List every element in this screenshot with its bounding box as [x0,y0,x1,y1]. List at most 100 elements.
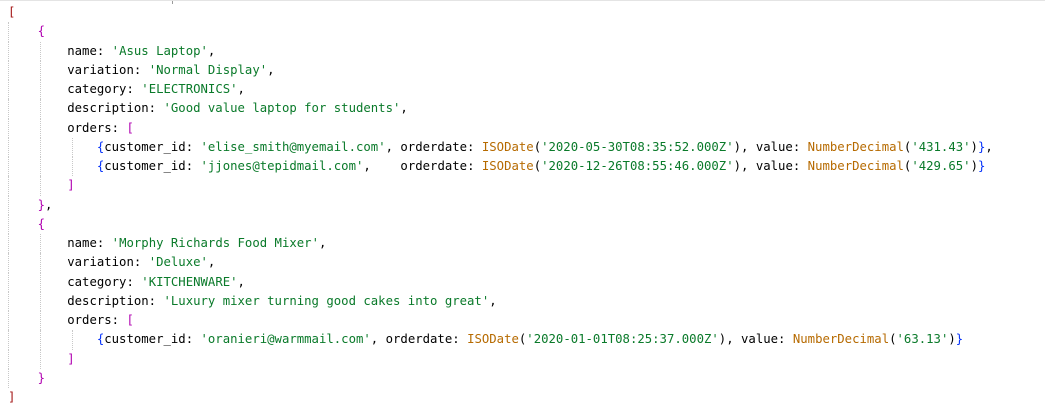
indent-guide [40,349,41,369]
indent-guide [40,137,41,157]
code-line: [ [8,3,993,22]
key-customer-id: customer_id [104,159,186,173]
field-variation-line: variation: 'Deluxe', [8,253,993,273]
order-customer-id: oranieri@warmmail.com [207,332,364,347]
order-date: 2020-01-01T08:25:37.000Z [533,332,712,347]
doc-variation-value: Deluxe [156,255,201,270]
doc-category-value: ELECTRONICS [148,82,231,96]
key-orderdate: orderdate [400,139,468,154]
indent-guide [40,311,41,331]
isodate-fn: ISODate [467,332,519,347]
field-orders-line: orders: [ [8,311,993,331]
isodate-fn: ISODate [481,159,534,173]
indent-guide [8,253,9,273]
code-line: { [8,22,993,42]
indent-guide [40,41,41,61]
indent-guide [40,272,41,292]
order-customer-id: elise_smith@myemail.com [207,139,379,154]
key-value: value [741,332,779,347]
key-description: description [67,101,149,116]
key-category: category [67,82,127,96]
indent-guide [8,214,9,234]
indent-guide [40,234,41,254]
order-line: {customer_id: 'jjones@tepidmail.com', or… [8,157,993,177]
close-array-bracket: ] [67,351,75,366]
indent-guide [40,253,41,273]
open-brace: { [37,216,46,231]
indent-guide [8,22,9,42]
indent-guide [8,118,9,138]
code-editor[interactable]: [ { name: 'Asus Laptop', variation: 'Nor… [0,0,1045,409]
indent-guide [72,157,73,177]
field-description-line: description: 'Good value laptop for stud… [8,99,993,119]
code-line: ] [8,176,993,196]
order-line: {customer_id: 'elise_smith@myemail.com',… [8,137,993,157]
indent-guide [40,60,41,80]
key-name: name [67,236,97,250]
field-description-line: description: 'Luxury mixer turning good … [8,291,993,311]
order-date: 2020-12-26T08:55:46.000Z [548,159,727,173]
code-line: }, [8,195,993,215]
order-date: 2020-05-30T08:35:52.000Z [548,139,727,154]
indent-guide [8,349,9,369]
key-customer-id: customer_id [104,139,186,154]
code-line: } [8,368,993,388]
key-value: value [755,139,793,154]
indent-guide [8,60,9,80]
isodate-fn: ISODate [481,139,534,154]
key-variation: variation [67,255,134,270]
indent-guide [8,176,9,196]
numberdecimal-fn: NumberDecimal [792,332,890,347]
indent-guide [40,291,41,311]
doc-name-value: Morphy Richards Food Mixer [119,236,312,250]
field-category-line: category: 'ELECTRONICS', [8,80,993,100]
indent-guide [8,368,9,388]
close-brace: } [37,370,46,385]
order-customer-id: jjones@tepidmail.com [207,159,356,173]
indent-guide [40,80,41,100]
field-category-line: category: 'KITCHENWARE', [8,272,993,292]
indent-guide [72,137,73,157]
field-orders-line: orders: [ [8,118,993,138]
doc-category-value: KITCHENWARE [148,274,231,289]
code-line: ] [8,349,993,369]
order-value: 429.65 [918,159,964,173]
indent-guide [72,330,73,350]
indent-guide [8,157,9,177]
order-value: 63.13 [903,332,941,347]
close-brace: } [37,197,46,212]
key-orderdate: orderdate [385,332,453,347]
order-value: 431.43 [918,139,964,154]
key-name: name [67,43,97,58]
key-orders: orders [67,120,112,135]
numberdecimal-fn: NumberDecimal [807,139,904,154]
field-variation-line: variation: 'Normal Display', [8,60,993,80]
close-bracket: ] [8,390,16,404]
doc-description-value: Luxury mixer turning good cakes into gre… [170,293,482,308]
indent-guide [8,41,9,61]
indent-guide [8,291,9,311]
indent-guide [8,80,9,100]
indent-guide [8,311,9,331]
numberdecimal-fn: NumberDecimal [807,159,904,173]
key-orderdate: orderdate [400,159,468,173]
indent-guide [8,99,9,119]
key-description: description [67,293,149,308]
indent-guide [40,118,41,138]
key-orders: orders [67,313,112,327]
open-array-bracket: [ [126,120,134,135]
doc-name-value: Asus Laptop [119,43,201,58]
indent-guide [40,330,41,350]
field-name-line: name: 'Morphy Richards Food Mixer', [8,234,993,254]
field-name-line: name: 'Asus Laptop', [8,41,993,61]
indent-guide [8,234,9,254]
indent-guide [8,195,9,215]
indent-guide [8,137,9,157]
indent-guide [40,157,41,177]
indent-guide [40,99,41,119]
open-bracket: [ [8,5,16,19]
indent-guide [8,330,9,350]
order-line: {customer_id: 'oranieri@warmmail.com', o… [8,330,993,350]
key-value: value [755,159,793,173]
key-variation: variation [67,62,134,77]
